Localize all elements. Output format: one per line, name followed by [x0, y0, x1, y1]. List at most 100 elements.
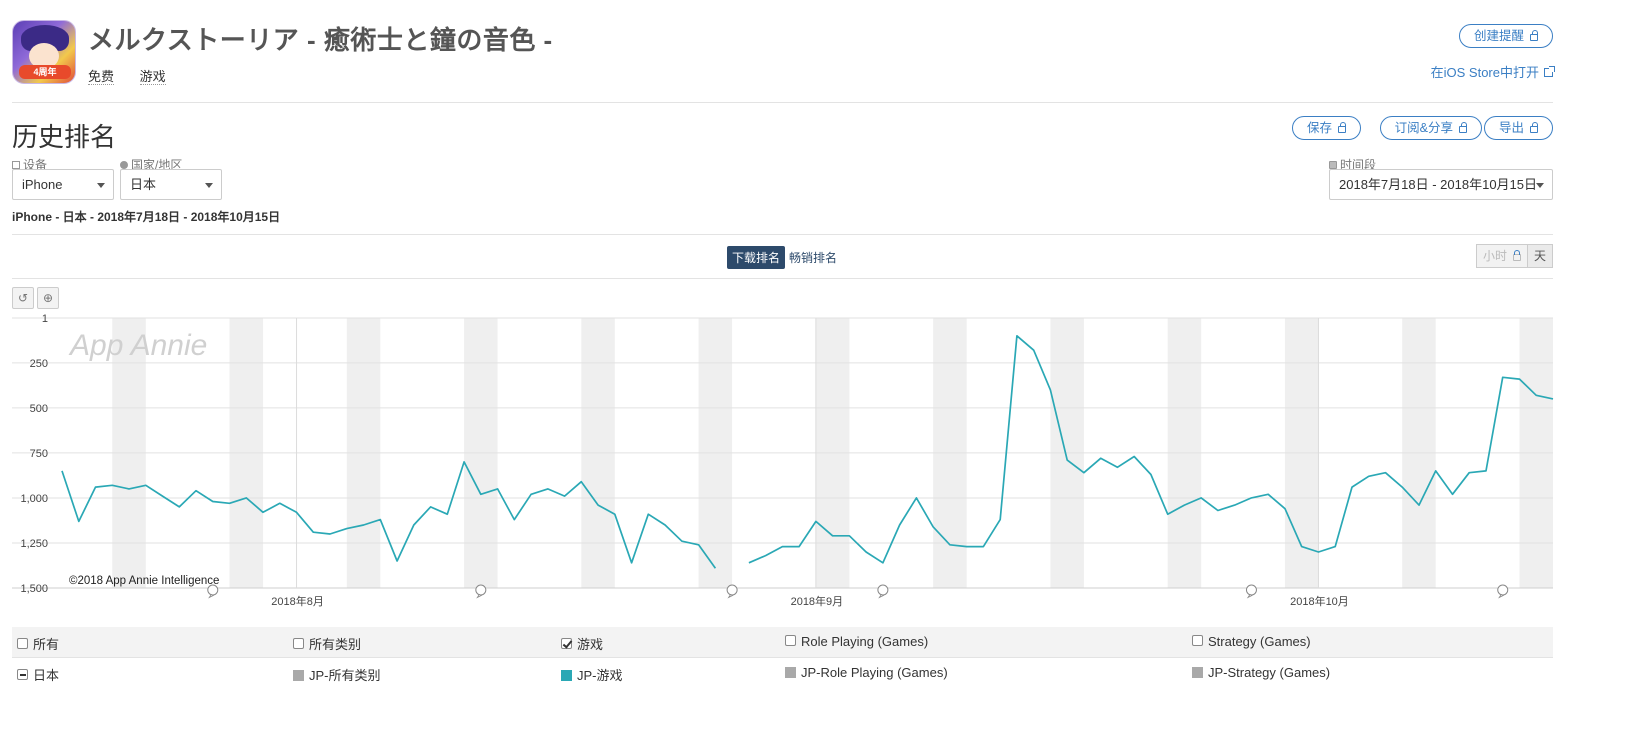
y-tick-label: 500 — [30, 403, 48, 415]
device-select[interactable]: iPhone — [12, 169, 114, 200]
chart-subtitle: iPhone - 日本 - 2018年7月18日 - 2018年10月15日 — [12, 210, 281, 224]
toolbar-divider — [12, 278, 1553, 279]
legend-item-strategy[interactable]: Strategy (Games) — [1192, 634, 1311, 649]
device-icon — [12, 161, 20, 169]
legend-all-categories-label: 所有类别 — [309, 637, 362, 652]
export-label: 导出 — [1498, 121, 1524, 135]
category-legend-row: 所有 所有类别 游戏 Role Playing (Games) Strategy… — [12, 627, 1553, 657]
event-marker-icon — [475, 584, 487, 596]
legend-item-role-playing[interactable]: Role Playing (Games) — [785, 634, 928, 649]
checkbox-role-playing[interactable] — [785, 635, 796, 646]
checkbox-strategy[interactable] — [1192, 635, 1203, 646]
country-select[interactable]: 日本 — [120, 169, 222, 200]
event-marker-icon — [1497, 584, 1509, 596]
chart-copyright: ©2018 App Annie Intelligence — [69, 575, 219, 587]
tab-download-rank[interactable]: 下载排名 — [727, 246, 786, 269]
lock-icon — [1459, 122, 1467, 133]
chevron-down-icon — [205, 183, 213, 188]
device-value: iPhone — [22, 177, 63, 192]
series-swatch — [293, 670, 304, 681]
legend-series-jp-all-categories[interactable]: JP-所有类别 — [293, 665, 381, 684]
chart-watermark: App Annie — [68, 329, 207, 362]
event-marker-tail — [476, 593, 483, 599]
icon-anniversary-badge: 4周年 — [19, 65, 71, 79]
lock-icon — [1530, 122, 1538, 133]
legend-games-label: 游戏 — [577, 637, 604, 652]
app-icon: 4周年 — [12, 20, 76, 84]
legend-item-games[interactable]: 游戏 — [561, 634, 603, 653]
legend-series-label: JP-游戏 — [577, 668, 623, 683]
event-marker-icon — [1245, 584, 1257, 596]
legend-series-jp-strategy[interactable]: JP-Strategy (Games) — [1192, 665, 1330, 680]
series-legend-row: 日本 JP-所有类别 JP-游戏 JP-Role Playing (Games)… — [12, 657, 1553, 687]
rank-type-tabs: 下载排名 畅销排名 — [727, 246, 841, 269]
event-marker-tail — [1498, 593, 1505, 599]
series-swatch — [1192, 667, 1203, 678]
legend-japan-label: 日本 — [33, 668, 60, 683]
app-price[interactable]: 免费 — [88, 69, 115, 85]
granularity-toggle: 小时 天 — [1475, 244, 1553, 268]
x-tick-label: 2018年8月 — [271, 594, 324, 608]
event-marker-tail — [208, 593, 215, 599]
open-ios-store-label: 在iOS Store中打开 — [1430, 65, 1539, 80]
event-marker-tail — [1246, 593, 1253, 599]
y-tick-label: 1,500 — [20, 583, 48, 595]
legend-item-all[interactable]: 所有 — [17, 634, 59, 653]
tab-grossing-rank[interactable]: 畅销排名 — [785, 246, 841, 269]
period-value: 2018年7月18日 - 2018年10月15日 — [1339, 177, 1538, 192]
legend-country-japan[interactable]: 日本 — [17, 665, 59, 684]
subscribe-share-button[interactable]: 订阅&分享 — [1379, 116, 1482, 140]
section-title: 历史排名 — [12, 122, 117, 152]
rank-history-chart: 1 250 500 750 1,000 1,250 1,500 2018年8月 2018年9月… — [12, 313, 1554, 608]
event-marker-tail — [878, 593, 885, 599]
subscribe-share-label: 订阅&分享 — [1394, 121, 1453, 135]
legend-all-label: 所有 — [33, 637, 60, 652]
x-tick-label: 2018年9月 — [791, 594, 844, 608]
y-tick-label: 250 — [30, 358, 48, 370]
save-button[interactable]: 保存 — [1291, 116, 1361, 140]
globe-icon — [120, 161, 128, 169]
app-meta: 免费 游戏 — [88, 66, 188, 85]
open-ios-store-link[interactable]: 在iOS Store中打开 — [1430, 62, 1555, 81]
series-swatch — [785, 667, 796, 678]
y-tick-label: 1,000 — [20, 493, 48, 505]
period-select[interactable]: 2018年7月18日 - 2018年10月15日 — [1329, 169, 1553, 200]
legend-series-jp-role-playing[interactable]: JP-Role Playing (Games) — [785, 665, 948, 680]
granularity-hour-label: 小时 — [1482, 249, 1507, 263]
export-button[interactable]: 导出 — [1483, 116, 1553, 140]
lock-icon — [1338, 122, 1346, 133]
y-tick-label: 1 — [42, 313, 48, 325]
granularity-day-button[interactable]: 天 — [1527, 244, 1553, 268]
app-category[interactable]: 游戏 — [139, 69, 166, 85]
calendar-icon — [1329, 161, 1337, 169]
y-tick-label: 1,250 — [20, 538, 48, 550]
chevron-down-icon — [97, 183, 105, 188]
event-marker-icon — [877, 584, 889, 596]
checkbox-games[interactable] — [561, 638, 572, 649]
checkbox-all[interactable] — [17, 638, 28, 649]
lock-icon — [1512, 250, 1521, 261]
app-title: メルクストーリア - 癒術士と鐘の音色 - — [88, 25, 553, 55]
external-link-icon — [1544, 66, 1555, 77]
event-marker-tail — [727, 593, 734, 599]
lock-icon — [1530, 30, 1538, 41]
series-line — [61, 334, 1554, 569]
legend-series-jp-games[interactable]: JP-游戏 — [561, 665, 623, 684]
series-swatch — [561, 670, 572, 681]
checkbox-all-categories[interactable] — [293, 638, 304, 649]
collapse-checkbox[interactable] — [17, 669, 28, 680]
x-tick-label: 2018年10月 — [1290, 594, 1349, 608]
legend-series-label: JP-所有类别 — [309, 668, 381, 683]
legend-series-label: JP-Role Playing (Games) — [801, 665, 948, 680]
chevron-down-icon — [1536, 183, 1544, 188]
legend-strategy-label: Strategy (Games) — [1208, 634, 1311, 649]
legend-item-all-categories[interactable]: 所有类别 — [293, 634, 361, 653]
granularity-hour-button[interactable]: 小时 — [1475, 244, 1528, 268]
save-label: 保存 — [1306, 121, 1332, 135]
country-value: 日本 — [130, 177, 157, 192]
header-divider — [12, 102, 1553, 103]
create-alert-button[interactable]: 创建提醒 — [1458, 24, 1553, 48]
legend-series-label: JP-Strategy (Games) — [1208, 665, 1331, 680]
event-marker-icon — [726, 584, 738, 596]
y-tick-label: 750 — [30, 448, 48, 460]
